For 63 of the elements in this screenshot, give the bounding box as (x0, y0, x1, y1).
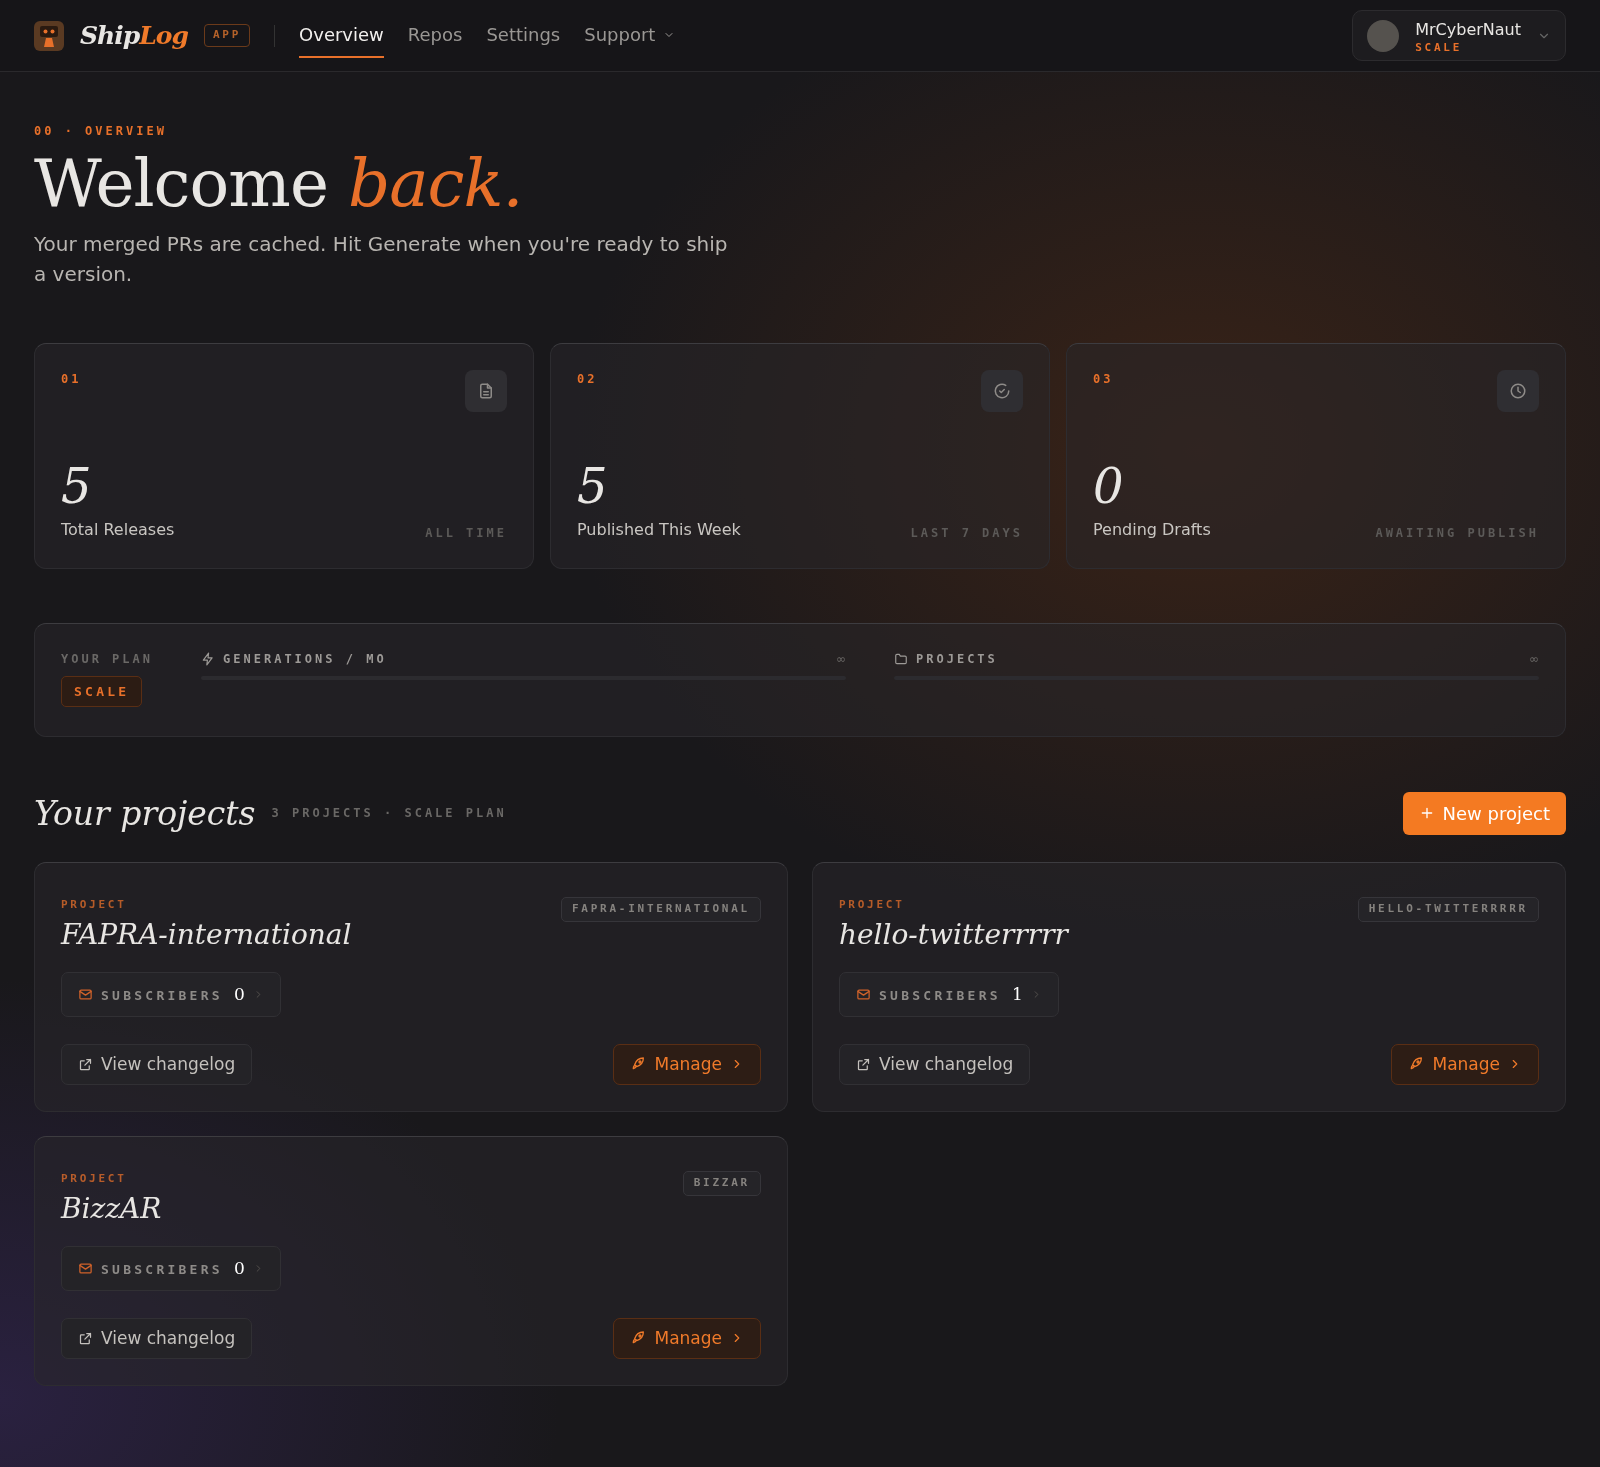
subscribers-button[interactable]: SUBSCRIBERS 0 (61, 971, 281, 1018)
external-link-icon (78, 1056, 93, 1072)
mail-icon (856, 986, 871, 1002)
stat-index: 02 (577, 370, 598, 388)
stat-period: ALL TIME (425, 524, 507, 542)
user-name: MrCyberNaut (1415, 19, 1521, 41)
nav-tab[interactable]: Repos (407, 13, 463, 58)
project-slug: FAPRA-INTERNATIONAL (560, 897, 761, 922)
stat-period: LAST 7 DAYS (910, 524, 1023, 542)
section-meta: 3 PROJECTS · SCALE PLAN (271, 805, 507, 823)
stat-value: 0 (1093, 461, 1125, 510)
page-heading: Welcome back. (34, 148, 524, 221)
project-name: BizzAR (61, 1190, 162, 1227)
nav-tab[interactable]: Overview (299, 13, 384, 58)
mail-icon (78, 1260, 93, 1276)
page-subtitle: Your merged PRs are cached. Hit Generate when you're ready to ship a version. (34, 230, 729, 288)
document-icon (477, 381, 495, 400)
manage-button[interactable]: Manage (613, 1317, 761, 1360)
mail-icon (78, 986, 93, 1002)
section-eyebrow: 00 · OVERVIEW (34, 123, 168, 140)
stat-index: 03 (1093, 370, 1114, 388)
meter-label: GENERATIONS / MO (223, 650, 387, 668)
manage-button[interactable]: Manage (613, 1043, 761, 1086)
external-link-icon (78, 1330, 93, 1346)
project-name: hello-twitterrrrr (839, 916, 1068, 953)
project-eyebrow: PROJECT (839, 897, 906, 914)
section-title: Your projects (34, 792, 256, 835)
lightning-icon (201, 651, 216, 666)
brand-logo[interactable]: ShipLog (80, 16, 188, 55)
project-slug: HELLO-TWITTERRRRR (1357, 897, 1539, 922)
view-changelog-button[interactable]: View changelog (839, 1043, 1031, 1086)
limit-value: ∞ (836, 650, 846, 668)
user-menu[interactable]: MrCyberNaut SCALE (1352, 10, 1566, 61)
check-circle-icon (993, 381, 1011, 400)
project-eyebrow: PROJECT (61, 1171, 128, 1188)
folder-icon (894, 651, 908, 666)
subscribers-button[interactable]: SUBSCRIBERS 0 (61, 1245, 281, 1292)
view-changelog-button[interactable]: View changelog (61, 1043, 253, 1086)
stat-value: 5 (577, 461, 609, 510)
plan-badge: SCALE (61, 675, 143, 708)
app-badge: APP (203, 24, 251, 47)
stat-value: 5 (61, 461, 93, 510)
nav-tab[interactable]: Support (584, 13, 676, 58)
manage-button[interactable]: Manage (1391, 1043, 1539, 1086)
plan-label: YOUR PLAN (61, 650, 154, 668)
project-name: FAPRA-international (61, 916, 352, 953)
nav-tab[interactable]: Settings (486, 13, 561, 58)
stat-index: 01 (61, 370, 82, 388)
stat-label: Total Releases (61, 518, 175, 541)
meter-label: PROJECTS (916, 650, 998, 668)
stat-label: Published This Week (577, 518, 741, 541)
robot-logo-icon (34, 20, 64, 51)
view-changelog-button[interactable]: View changelog (61, 1317, 253, 1360)
limit-value: ∞ (1529, 650, 1539, 668)
stat-label: Pending Drafts (1093, 518, 1211, 541)
plan-label: SCALE (1415, 42, 1464, 53)
stat-period: AWAITING PUBLISH (1375, 524, 1539, 542)
project-slug: BIZZAR (682, 1171, 761, 1196)
subscribers-button[interactable]: SUBSCRIBERS 1 (839, 971, 1059, 1018)
avatar-placeholder (1367, 19, 1400, 52)
project-eyebrow: PROJECT (61, 897, 128, 914)
external-link-icon (856, 1056, 871, 1072)
clock-icon (1509, 381, 1527, 400)
